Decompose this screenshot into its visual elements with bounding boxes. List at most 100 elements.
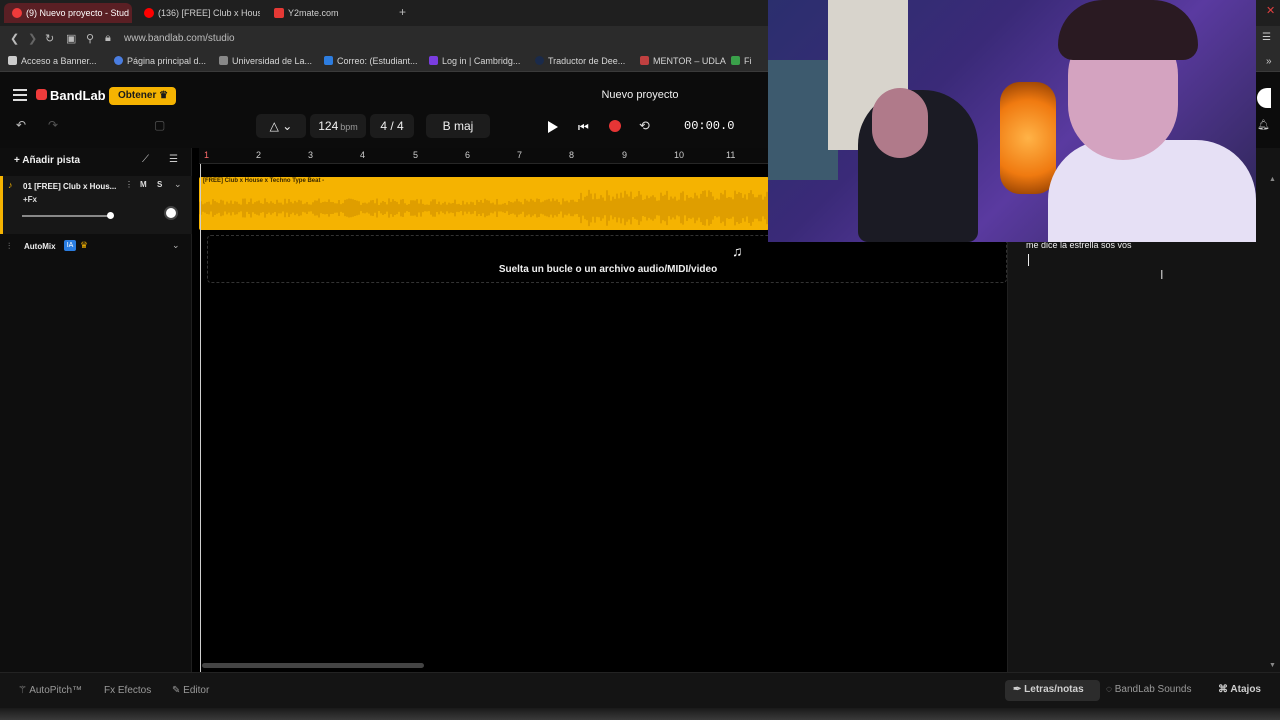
bandlab-logo[interactable]: BandLab xyxy=(36,88,106,103)
reload-icon[interactable]: ↻ xyxy=(45,32,54,45)
metronome-button[interactable]: △ ⌄ xyxy=(256,114,306,138)
ruler-mark: 6 xyxy=(465,150,471,160)
site-info-icon[interactable]: ⚲ xyxy=(86,32,94,45)
ruler-mark: 3 xyxy=(308,150,314,160)
bookmark-label: Correo: (Estudiant... xyxy=(337,56,418,66)
music-note-icon: ♫ xyxy=(732,243,743,259)
efectos-label: Efectos xyxy=(117,685,152,696)
new-tab-icon[interactable]: + xyxy=(399,5,406,19)
letras-label: Letras/notas xyxy=(1024,684,1084,695)
scroll-down-icon[interactable]: ▼ xyxy=(1269,662,1276,669)
text-cursor-icon: Ⅰ xyxy=(1160,268,1164,282)
volume-slider[interactable] xyxy=(22,215,110,217)
audio-clip[interactable]: [FREE] Club x House x Techno Type Beat - xyxy=(199,177,769,230)
back-icon[interactable]: ❮ xyxy=(10,32,19,45)
atajos-label: Atajos xyxy=(1230,684,1261,695)
horizontal-scrollbar[interactable] xyxy=(202,663,424,668)
key-selector[interactable]: B maj xyxy=(426,114,490,138)
automix-label[interactable]: AutoMix xyxy=(10,242,56,251)
ruler-mark: 2 xyxy=(256,150,262,160)
taskbar-edge xyxy=(0,708,1280,720)
bookmark-traductor[interactable]: Traductor de Dee... xyxy=(535,56,625,66)
bookmark-cambridge[interactable]: Log in | Cambridg... xyxy=(429,56,520,66)
editor-button[interactable]: ✎ Editor xyxy=(172,685,209,696)
redo-icon[interactable]: ↷ xyxy=(48,118,58,132)
bookmark-label: Log in | Cambridg... xyxy=(442,56,521,66)
skip-back-icon[interactable]: ⏮ xyxy=(578,120,589,135)
mute-button[interactable]: M xyxy=(140,180,147,189)
forward-icon[interactable]: ❯ xyxy=(28,32,37,45)
lamp xyxy=(1000,82,1056,194)
track-name[interactable]: 01 [FREE] Club x Hous... xyxy=(23,182,123,191)
outlook-icon xyxy=(324,56,333,65)
bookmark-universidad[interactable]: Universidad de La... xyxy=(219,56,312,66)
add-fx-button[interactable]: +Fx xyxy=(23,195,37,204)
editor-label: Editor xyxy=(183,685,210,696)
ruler-mark: 7 xyxy=(517,150,523,160)
tab-search-icon[interactable]: ▣ xyxy=(66,32,76,45)
bandlab-sounds-button[interactable]: ◌ BandLab Sounds xyxy=(1106,684,1191,695)
bookmark-correo[interactable]: Correo: (Estudiant... xyxy=(324,56,418,66)
bookmark-label: Universidad de La... xyxy=(232,56,313,66)
save-icon[interactable]: ▢ xyxy=(154,118,165,132)
tab-label: (136) [FREE] Club x House xyxy=(158,8,260,18)
ruler-mark: 8 xyxy=(569,150,575,160)
drop-zone[interactable]: ♫ Suelta un bucle o un archivo audio/MID… xyxy=(207,235,1007,283)
bookmark-label: Acceso a Banner... xyxy=(21,56,97,66)
hair-right xyxy=(1058,0,1198,60)
loop-icon[interactable]: ⟲ xyxy=(639,118,650,134)
url-text[interactable]: www.bandlab.com/studio xyxy=(124,33,235,44)
project-title[interactable]: Nuevo proyecto xyxy=(540,89,740,101)
bookmark-mentor[interactable]: MENTOR – UDLA xyxy=(640,56,726,66)
obtener-label: Obtener xyxy=(118,90,157,101)
tab-label: (9) Nuevo proyecto - Stud xyxy=(26,8,130,18)
browser-menu-icon[interactable]: ☰ xyxy=(1262,32,1271,43)
add-track-button[interactable]: + Añadir pista xyxy=(14,155,80,166)
bpm-unit: bpm xyxy=(340,122,358,132)
close-window-icon[interactable]: ✕ xyxy=(1266,4,1275,17)
volume-thumb[interactable] xyxy=(107,212,114,219)
tab-nuevo-proyecto[interactable]: (9) Nuevo proyecto - Stud xyxy=(4,3,132,23)
bookmark-label: MENTOR – UDLA xyxy=(653,56,726,66)
avatar[interactable] xyxy=(1257,88,1271,108)
sounds-icon: ◌ xyxy=(1106,684,1112,695)
menu-icon[interactable] xyxy=(13,89,27,101)
atajos-button[interactable]: ⌘ Atajos xyxy=(1218,684,1261,695)
more-icon[interactable]: ⋮ xyxy=(125,180,133,189)
bookmark-label: Traductor de Dee... xyxy=(548,56,626,66)
lock-icon: 🔒︎ xyxy=(105,32,111,44)
bpm-control[interactable]: 124 bpm xyxy=(310,114,366,138)
scroll-up-icon[interactable]: ▲ xyxy=(1269,176,1276,183)
tab-y2mate[interactable]: Y2mate.com xyxy=(266,3,390,23)
pen-icon: ✒ xyxy=(1013,684,1022,695)
ruler-mark: 4 xyxy=(360,150,366,160)
autopitch-button[interactable]: ⚚ AutoPitch™ xyxy=(18,685,82,696)
pencil-icon: ✎ xyxy=(172,685,181,696)
bpm-value: 124 xyxy=(318,119,339,133)
time-signature[interactable]: 4 / 4 xyxy=(370,114,414,138)
bookmark-fi[interactable]: Fi xyxy=(731,56,752,66)
pan-knob[interactable] xyxy=(164,206,178,220)
playhead[interactable] xyxy=(200,164,201,672)
wand-icon[interactable]: ⟋ xyxy=(142,154,149,165)
track-sidebar: + Añadir pista ⟋ ☰ ♪ 01 [FREE] Club x Ho… xyxy=(0,148,192,672)
track-row[interactable]: ♪ 01 [FREE] Club x Hous... ⋮ M S ⌄ +Fx xyxy=(0,176,192,234)
chevron-down-icon[interactable]: ⌄ xyxy=(172,240,180,251)
undo-icon[interactable]: ↶ xyxy=(16,118,26,132)
obtener-button[interactable]: Obtener ♛ xyxy=(109,87,176,105)
bookmark-banner[interactable]: Acceso a Banner... xyxy=(8,56,97,66)
play-icon[interactable] xyxy=(548,121,558,133)
tab-youtube[interactable]: (136) [FREE] Club x House xyxy=(136,3,260,23)
solo-button[interactable]: S xyxy=(157,180,162,189)
autopitch-label: AutoPitch™ xyxy=(29,685,83,696)
chevron-right-icon[interactable]: » xyxy=(1266,56,1272,67)
letras-notas-button[interactable]: ✒ Letras/notas xyxy=(1013,684,1084,695)
timeline-ruler[interactable]: 1 2 3 4 5 6 7 8 9 10 11 xyxy=(199,148,769,164)
university-icon xyxy=(219,56,228,65)
bell-icon[interactable]: 🔔︎ xyxy=(1257,120,1270,131)
efectos-button[interactable]: Fx Efectos xyxy=(104,685,151,696)
chevron-down-icon[interactable]: ⌄ xyxy=(174,179,182,190)
record-icon[interactable] xyxy=(609,120,621,132)
bookmark-pagina[interactable]: Página principal d... xyxy=(114,56,206,66)
mixer-icon[interactable]: ☰ xyxy=(169,154,178,165)
